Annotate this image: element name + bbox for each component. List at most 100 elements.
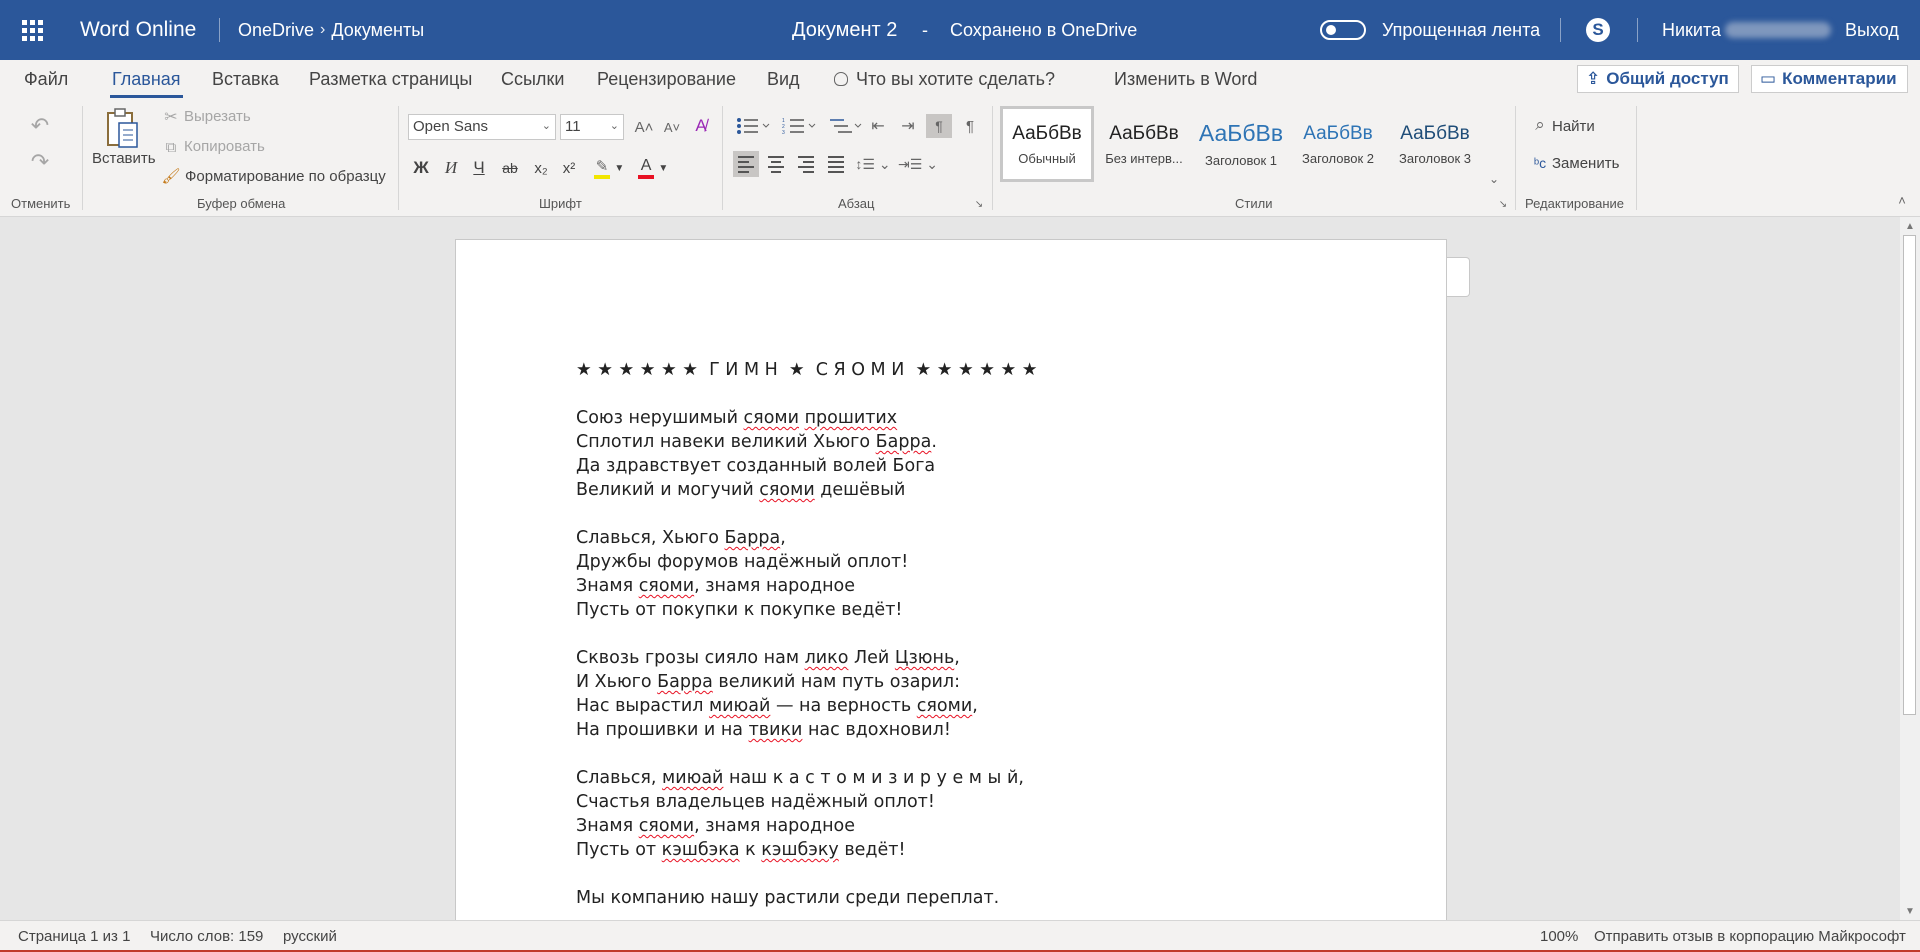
spelling-error[interactable]: Барра — [876, 432, 932, 452]
subscript-icon[interactable]: x₂ — [528, 154, 554, 182]
tab-file[interactable]: Файл — [24, 60, 68, 98]
styles-group-label: Стили — [1235, 196, 1273, 211]
undo-icon[interactable]: ↶ — [28, 113, 52, 138]
decrease-indent-icon[interactable]: ⇤ — [866, 114, 890, 138]
align-right-icon[interactable] — [793, 151, 819, 177]
document-body[interactable]: ★ ★ ★ ★ ★ ★ Г И М Н ★ С Я О М И ★ ★ ★ ★ … — [576, 358, 1037, 910]
poem-line: На прошивки и на твики нас вдохновил! — [576, 720, 951, 740]
poem-line: И Хьюго Барра великий нам путь озарил: — [576, 672, 961, 692]
style-heading-1[interactable]: АаБбВв Заголовок 1 — [1194, 106, 1288, 182]
group-divider — [722, 106, 723, 210]
ltr-direction-icon[interactable]: ¶ — [926, 114, 952, 138]
word-count[interactable]: Число слов: 159 — [150, 928, 263, 945]
superscript-icon[interactable]: x² — [556, 154, 582, 182]
line-spacing-icon[interactable]: ↕☰ ⌄ — [853, 151, 893, 177]
comments-button[interactable]: ▭ Комментарии — [1751, 65, 1908, 93]
logout-link[interactable]: Выход — [1845, 0, 1899, 60]
font-family-dropdown[interactable]: Open Sans ⌄ — [408, 114, 556, 140]
collapse-ribbon-icon[interactable]: ˄ — [1894, 192, 1910, 208]
spelling-error[interactable]: Цзюнь — [895, 648, 954, 668]
proofing-language[interactable]: русский — [283, 928, 337, 945]
highlight-color-button[interactable]: ✎ ▼ — [590, 154, 628, 182]
spelling-error[interactable]: миюай — [662, 768, 723, 788]
vertical-scrollbar[interactable]: ▲ ▼ — [1900, 217, 1920, 920]
rtl-direction-icon[interactable]: ¶ — [958, 114, 982, 138]
style-no-spacing[interactable]: АаБбВв Без интерв... — [1097, 106, 1191, 182]
document-title[interactable]: Документ 2 — [792, 0, 897, 60]
replace-button[interactable]: Заменить — [1552, 155, 1619, 172]
paragraph-spacing-icon[interactable]: ⇥☰ ⌄ — [898, 151, 938, 177]
numbering-icon[interactable]: 123 — [780, 114, 820, 138]
spelling-error[interactable]: твики — [749, 720, 803, 740]
share-button[interactable]: ⇪ Общий доступ — [1577, 65, 1739, 93]
bullets-icon[interactable] — [734, 114, 774, 138]
tab-home[interactable]: Главная — [110, 60, 183, 98]
tab-review[interactable]: Рецензирование — [597, 60, 736, 98]
spelling-error[interactable]: прошитих — [805, 408, 898, 428]
bold-button[interactable]: Ж — [408, 154, 434, 182]
tab-view[interactable]: Вид — [767, 60, 800, 98]
align-center-icon[interactable] — [763, 151, 789, 177]
styles-dialog-launcher-icon[interactable]: ↘ — [1497, 198, 1509, 210]
cut-button[interactable]: Вырезать — [184, 108, 251, 125]
tab-references[interactable]: Ссылки — [501, 60, 564, 98]
multilevel-list-icon[interactable] — [826, 114, 866, 138]
spelling-error[interactable]: сяоми — [639, 816, 694, 836]
spelling-error[interactable]: Барра — [657, 672, 713, 692]
paragraph-dialog-launcher-icon[interactable]: ↘ — [973, 198, 985, 210]
breadcrumb-onedrive-link[interactable]: OneDrive — [238, 20, 314, 41]
format-painter-button[interactable]: Форматирование по образцу — [185, 168, 386, 185]
spelling-error[interactable]: сяоми — [917, 696, 972, 716]
underline-button[interactable]: Ч — [466, 154, 492, 182]
copy-button[interactable]: Копировать — [184, 138, 265, 155]
spelling-error[interactable]: сяоми — [639, 576, 694, 596]
poem-line: Знамя сяоми, знамя народное — [576, 576, 856, 596]
document-page[interactable]: ★ ★ ★ ★ ★ ★ Г И М Н ★ С Я О М И ★ ★ ★ ★ … — [455, 239, 1447, 920]
italic-button[interactable]: И — [438, 154, 464, 182]
shrink-font-icon[interactable]: A˅ — [660, 116, 684, 138]
edit-in-word-button[interactable]: Изменить в Word — [1114, 60, 1257, 98]
style-heading-2[interactable]: АаБбВв Заголовок 2 — [1291, 106, 1385, 182]
spelling-error[interactable]: сяоми — [744, 408, 799, 428]
scroll-thumb[interactable] — [1903, 235, 1916, 715]
tab-layout[interactable]: Разметка страницы — [309, 60, 472, 98]
user-account[interactable]: Никита — [1662, 0, 1832, 60]
scroll-up-icon[interactable]: ▲ — [1903, 219, 1917, 233]
paste-icon[interactable] — [104, 106, 140, 150]
font-color-button[interactable]: A ▼ — [634, 154, 672, 182]
tell-me-search[interactable]: Что вы хотите сделать? — [834, 60, 1055, 98]
spelling-error[interactable]: миюай — [709, 696, 770, 716]
svg-text:3: 3 — [782, 130, 785, 135]
zoom-level[interactable]: 100% — [1540, 928, 1578, 945]
feedback-link[interactable]: Отправить отзыв в корпорацию Майкрософт — [1594, 928, 1906, 945]
style-heading-3[interactable]: АаБбВв Заголовок 3 — [1388, 106, 1482, 182]
simplified-ribbon-toggle[interactable] — [1320, 0, 1366, 60]
app-name-link[interactable]: Word Online — [80, 0, 196, 60]
poem-line: Нас вырастил миюай — на верность сяоми, — [576, 696, 978, 716]
breadcrumb-documents-link[interactable]: Документы — [331, 20, 424, 41]
spelling-error[interactable]: лико — [805, 648, 849, 668]
find-button[interactable]: Найти — [1552, 118, 1595, 135]
increase-indent-icon[interactable]: ⇥ — [896, 114, 920, 138]
poem-line: Великий и могучий сяоми дешёвый — [576, 480, 906, 500]
spelling-error[interactable]: Барра — [725, 528, 781, 548]
scroll-down-icon[interactable]: ▼ — [1903, 904, 1917, 918]
spelling-error[interactable]: кэшбэка — [662, 840, 740, 860]
strikethrough-button[interactable]: ab — [497, 154, 523, 182]
spelling-error[interactable]: сяоми — [759, 480, 814, 500]
justify-icon[interactable] — [823, 151, 849, 177]
spelling-error[interactable]: кэшбэку — [761, 840, 839, 860]
clear-formatting-icon[interactable]: A̸ — [688, 114, 714, 138]
app-launcher-button[interactable] — [18, 0, 46, 60]
skype-button[interactable]: S — [1586, 0, 1610, 60]
comment-margin-tab[interactable] — [1447, 257, 1470, 297]
style-normal[interactable]: АаБбВв Обычный — [1000, 106, 1094, 182]
paste-button[interactable]: Вставить — [92, 150, 156, 167]
redo-icon[interactable]: ↷ — [28, 149, 52, 174]
tab-insert[interactable]: Вставка — [212, 60, 279, 98]
align-left-icon[interactable] — [733, 151, 759, 177]
font-size-dropdown[interactable]: 11 ⌄ — [560, 114, 624, 140]
grow-font-icon[interactable]: A˄ — [632, 116, 656, 138]
styles-gallery-more-icon[interactable]: ⌄ — [1486, 106, 1502, 186]
